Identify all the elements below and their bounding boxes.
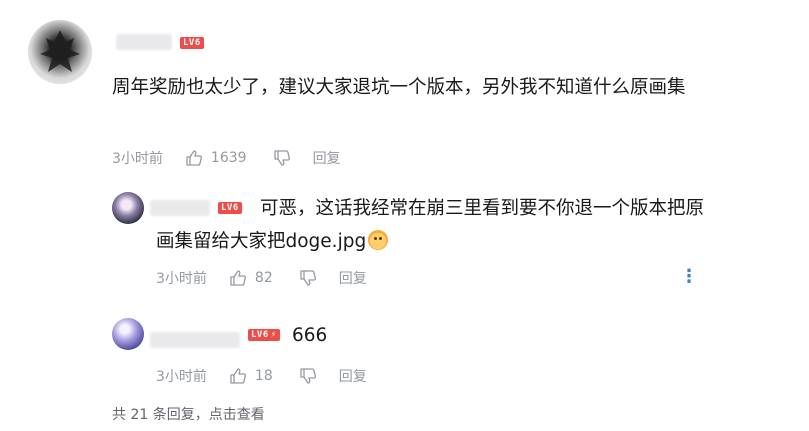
reply-text-line-1: 可恶，这话我经常在崩三里看到要不你退一个版本把原 bbox=[260, 198, 705, 219]
reply-text: 666 bbox=[292, 325, 328, 346]
comment-meta: 3小时前 1639 回复 bbox=[112, 148, 341, 168]
username[interactable] bbox=[116, 34, 172, 50]
like-icon[interactable] bbox=[185, 149, 203, 167]
reply-button[interactable]: 回复 bbox=[313, 148, 341, 168]
comment-time: 3小时前 bbox=[112, 151, 163, 167]
like-icon[interactable] bbox=[229, 269, 247, 287]
dislike-icon[interactable] bbox=[299, 367, 317, 385]
level-badge: LV6 bbox=[218, 202, 242, 214]
reply-avatar[interactable] bbox=[112, 318, 144, 350]
view-all-replies-link[interactable]: 共 21 条回复，点击查看 bbox=[112, 404, 265, 424]
reply-time: 3小时前 bbox=[156, 369, 207, 385]
like-count: 82 bbox=[254, 270, 273, 286]
reply-username[interactable] bbox=[150, 200, 210, 216]
like-count: 18 bbox=[254, 368, 273, 384]
reply-button[interactable]: 回复 bbox=[339, 268, 367, 288]
comment-text: 周年奖励也太少了，建议大家退坑一个版本，另外我不知道什么原画集 bbox=[112, 77, 686, 98]
level-badge: LV6 bbox=[180, 37, 204, 49]
reply-time: 3小时前 bbox=[156, 271, 207, 287]
level-badge-text: LV6 bbox=[251, 330, 269, 340]
doge-emoji-icon bbox=[368, 230, 389, 250]
reply-button[interactable]: 回复 bbox=[339, 366, 367, 386]
level-badge: LV6 ⚡ bbox=[248, 329, 280, 341]
reply-text-line-2: 画集留给大家把doge.jpg bbox=[156, 226, 756, 257]
user-avatar[interactable] bbox=[28, 20, 92, 84]
more-options-icon[interactable]: ⋮ bbox=[680, 268, 698, 286]
lightning-icon: ⚡ bbox=[270, 330, 277, 340]
reply-text-line-2-text: 画集留给大家把doge.jpg bbox=[156, 231, 367, 252]
reply-avatar[interactable] bbox=[112, 192, 144, 224]
avatar-figure-icon bbox=[40, 30, 80, 72]
reply-meta: 3小时前 82 回复 bbox=[156, 268, 367, 288]
reply-meta: 3小时前 18 回复 bbox=[156, 366, 367, 386]
dislike-icon[interactable] bbox=[299, 269, 317, 287]
like-icon[interactable] bbox=[229, 367, 247, 385]
reply-username[interactable] bbox=[150, 332, 240, 348]
dislike-icon[interactable] bbox=[273, 149, 291, 167]
like-count: 1639 bbox=[210, 150, 247, 166]
